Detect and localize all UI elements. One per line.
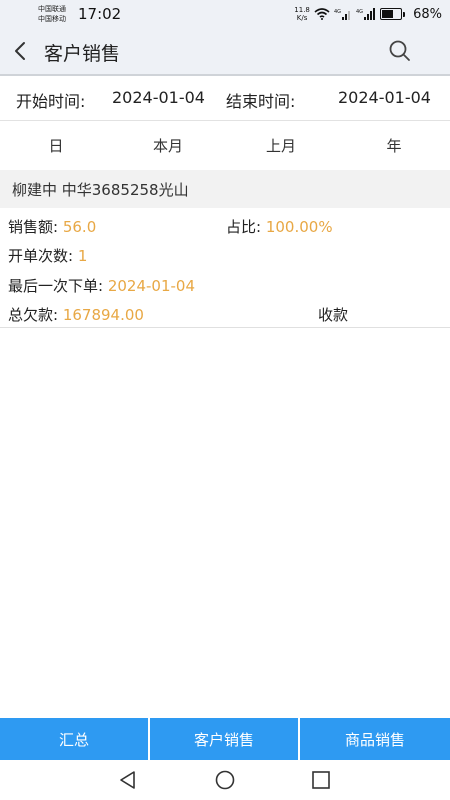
system-nav-bar [0, 760, 450, 800]
start-date-label: 开始时间: [16, 92, 86, 111]
collect-payment-button[interactable]: 收款 [318, 304, 348, 325]
date-range: 开始时间: 2024-01-04 结束时间: 2024-01-04 [0, 76, 450, 121]
net-speed: 11.8 K/s [294, 6, 310, 22]
list-item[interactable]: 销售额: 56.0 占比: 100.00% 开单次数: 1 最后一次下单: 20… [0, 208, 450, 328]
bottom-tab-bar: 汇总 客户销售 商品销售 [0, 718, 450, 760]
wifi-icon [314, 8, 330, 20]
ratio-value: 100.00% [265, 218, 333, 236]
end-date-label: 结束时间: [226, 92, 296, 111]
start-date-field[interactable]: 2024-01-04 [112, 88, 205, 107]
svg-text:4G: 4G [356, 9, 363, 15]
battery-percent: 68% [413, 6, 442, 22]
svg-text:4G: 4G [334, 9, 341, 15]
tab-customer-sales[interactable]: 客户销售 [150, 718, 298, 760]
net-speed-value: 11.8 [294, 6, 310, 14]
sales-label: 销售额: [8, 218, 59, 236]
app-bar: 客户销售 [0, 30, 450, 76]
tab-day[interactable]: 日 [0, 135, 112, 156]
tab-last-month[interactable]: 上月 [225, 135, 337, 156]
circle-home-icon[interactable] [214, 769, 236, 791]
last-order-label: 最后一次下单: [8, 277, 104, 295]
debt-label: 总欠款: [8, 306, 59, 324]
tab-summary[interactable]: 汇总 [0, 718, 148, 760]
sales-value: 56.0 [62, 218, 97, 236]
status-icons: 11.8 K/s 4G 4G 68% [294, 6, 442, 22]
triangle-back-icon[interactable] [117, 769, 139, 791]
carrier-info: 中国联通 中国移动 [38, 4, 66, 24]
status-time: 17:02 [78, 5, 122, 23]
carrier-1: 中国联通 [38, 5, 66, 13]
carrier-2: 中国移动 [38, 15, 66, 23]
page-title: 客户销售 [44, 43, 121, 65]
tab-product-sales[interactable]: 商品销售 [300, 718, 450, 760]
sales-row: 销售额: 56.0 [8, 216, 96, 237]
last-order-row: 最后一次下单: 2024-01-04 [8, 275, 195, 296]
chevron-left-icon[interactable] [10, 40, 32, 62]
ratio-label: 占比: [226, 218, 262, 236]
customer-name: 柳建中 中华3685258光山 [12, 181, 189, 199]
last-order-value: 2024-01-04 [107, 277, 196, 295]
orders-row: 开单次数: 1 [8, 245, 87, 266]
debt-row: 总欠款: 167894.00 [8, 304, 144, 325]
tab-year[interactable]: 年 [338, 135, 450, 156]
period-tabs: 日 本月 上月 年 [0, 121, 450, 167]
battery-icon [380, 8, 406, 20]
end-date-field[interactable]: 2024-01-04 [338, 88, 431, 107]
search-icon[interactable] [388, 39, 412, 63]
signal-icon: 4G [334, 9, 351, 20]
status-bar: 中国联通 中国移动 17:02 11.8 K/s 4G 4G 68% [0, 0, 450, 30]
orders-label: 开单次数: [8, 247, 74, 265]
net-speed-unit: K/s [296, 14, 308, 22]
ratio-row: 占比: 100.00% [226, 216, 333, 237]
debt-value: 167894.00 [62, 306, 144, 324]
square-recent-icon[interactable] [310, 769, 332, 791]
signal-icon: 4G [356, 8, 376, 20]
orders-value: 1 [77, 247, 88, 265]
customer-header: 柳建中 中华3685258光山 [0, 170, 450, 208]
tab-this-month[interactable]: 本月 [112, 135, 224, 156]
